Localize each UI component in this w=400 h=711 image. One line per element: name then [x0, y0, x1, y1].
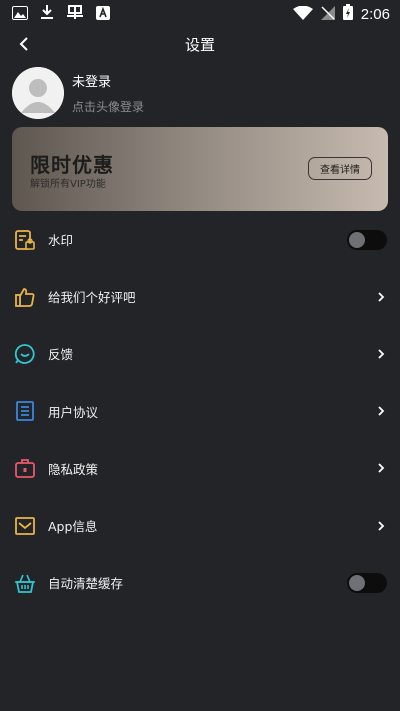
watermark-icon — [13, 228, 37, 252]
no-signal-icon — [320, 5, 335, 24]
menu-item-label: 水印 — [48, 233, 74, 249]
app-a-icon — [96, 5, 110, 24]
status-right: 2:06 — [292, 4, 390, 24]
menu-item-user-agreement[interactable]: 用户协议 — [0, 383, 400, 440]
clean-basket-icon — [13, 571, 37, 595]
login-status: 未登录 — [72, 75, 112, 90]
view-details-button[interactable]: 查看详情 — [308, 157, 372, 180]
app-info-envelope-icon — [13, 514, 37, 538]
default-avatar-icon — [12, 67, 64, 119]
status-left — [12, 4, 110, 24]
page-title: 设置 — [184, 35, 215, 54]
profile-section: 未登录 点击头像登录 — [12, 67, 144, 119]
menu-item-rate-us[interactable]: 给我们个好评吧 — [0, 268, 400, 325]
thumbs-up-icon — [13, 285, 37, 309]
menu-item-feedback[interactable]: 反馈 — [0, 325, 400, 382]
menu-item-label: App信息 — [48, 519, 98, 535]
vip-promo-banner[interactable]: 限时优惠 解锁所有VIP功能 查看详情 — [12, 127, 388, 211]
chevron-right-icon — [376, 405, 386, 417]
feedback-smile-icon — [13, 342, 37, 366]
profile-text: 未登录 点击头像登录 — [72, 71, 144, 115]
status-time: 2:06 — [360, 5, 390, 23]
menu-item-label: 反馈 — [48, 347, 74, 363]
menu-item-privacy-policy[interactable]: 隐私政策 — [0, 440, 400, 497]
avatar[interactable] — [12, 67, 64, 119]
watermark-toggle[interactable] — [347, 229, 387, 250]
status-bar: 2:06 — [0, 0, 400, 28]
menu-item-auto-clear-cache[interactable]: 自动清楚缓存 — [0, 554, 400, 611]
wifi-icon — [292, 5, 313, 24]
image-notification-icon — [12, 5, 28, 24]
menu-item-app-info[interactable]: App信息 — [0, 497, 400, 554]
menu-item-watermark[interactable]: 水印 — [0, 211, 400, 268]
toggle-knob — [349, 231, 365, 248]
download-icon — [40, 4, 54, 24]
auto-clear-cache-toggle[interactable] — [347, 572, 387, 593]
promo-title: 限时优惠 — [30, 153, 114, 177]
battery-charging-icon — [342, 4, 353, 24]
menu-item-label: 用户协议 — [48, 404, 99, 420]
toggle-knob — [349, 574, 365, 591]
chevron-right-icon — [376, 520, 386, 532]
chevron-left-icon — [19, 37, 28, 51]
settings-menu: 水印 给我们个好评吧 反馈 用户协议 隐私政策 App信息 自动清楚缓存 — [0, 211, 400, 611]
chevron-right-icon — [376, 291, 386, 303]
back-button[interactable] — [12, 32, 36, 56]
chevron-right-icon — [376, 348, 386, 360]
menu-item-label: 给我们个好评吧 — [48, 290, 136, 306]
login-hint[interactable]: 点击头像登录 — [72, 98, 144, 115]
chevron-right-icon — [376, 462, 386, 474]
top-bar: 设置 — [0, 28, 400, 60]
privacy-briefcase-icon — [13, 456, 37, 480]
promo-subtitle: 解锁所有VIP功能 — [30, 179, 106, 190]
menu-item-label: 隐私政策 — [48, 461, 99, 477]
menu-item-label: 自动清楚缓存 — [48, 576, 124, 592]
document-list-icon — [13, 399, 37, 423]
app-bug-icon — [66, 4, 84, 24]
